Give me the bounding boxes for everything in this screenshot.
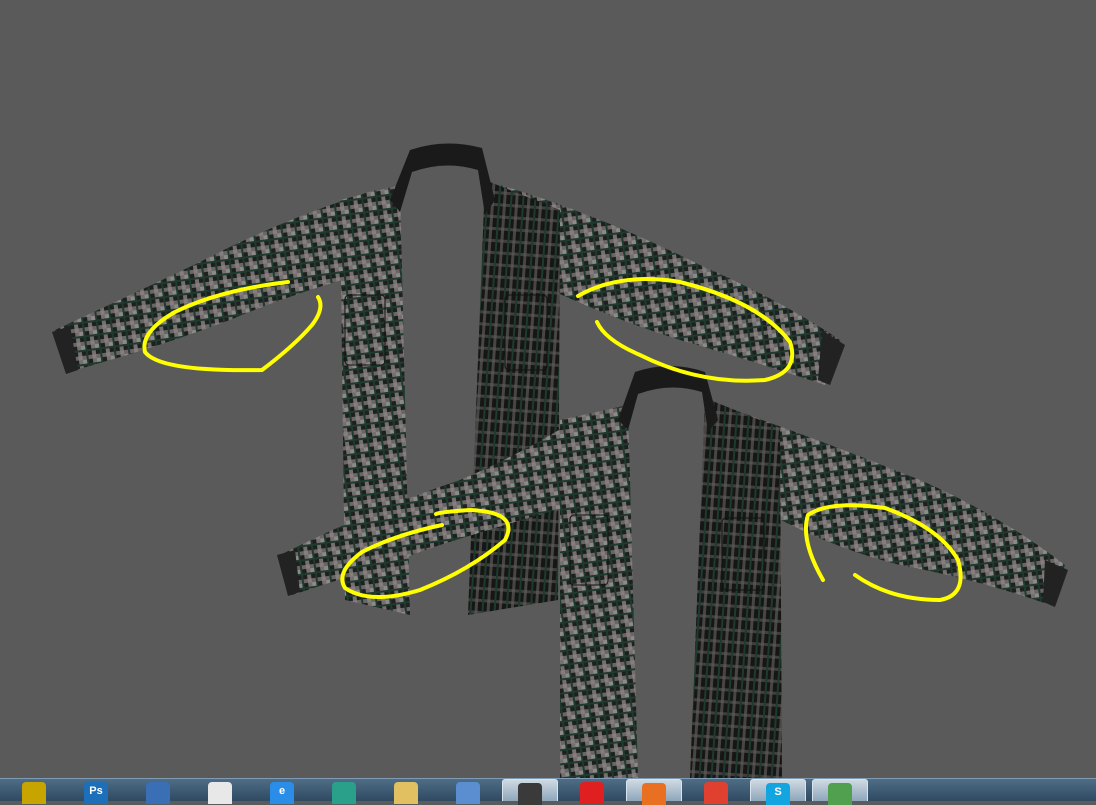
taskbar: Ps e S: [0, 778, 1096, 805]
skype-icon: S: [766, 783, 790, 805]
maya-icon: [22, 782, 46, 804]
taskbar-button-skype[interactable]: S: [750, 779, 806, 805]
taskbar-button-photoshop[interactable]: Ps: [68, 779, 124, 804]
firefox-icon: [642, 783, 666, 805]
chrome-icon: [704, 782, 728, 804]
taskbar-button-thunderbird[interactable]: [130, 779, 186, 804]
taskbar-button-firefox[interactable]: [626, 779, 682, 805]
3d-viewport[interactable]: [0, 0, 1096, 778]
taskbar-button-internet-explorer[interactable]: e: [254, 779, 310, 804]
document-icon: [456, 782, 480, 804]
runner-icon: [208, 782, 232, 804]
taskbar-button-3dsmax[interactable]: [316, 779, 372, 804]
folder-icon: [394, 782, 418, 804]
taskbar-button-messenger[interactable]: [812, 779, 868, 805]
red-splat-icon: [580, 782, 604, 804]
photoshop-icon: Ps: [84, 782, 108, 804]
taskbar-button-chrome[interactable]: [688, 779, 744, 804]
taskbar-button-3dsmax-active[interactable]: [502, 779, 558, 805]
taskbar-button-folder[interactable]: [378, 779, 434, 804]
messenger-icon: [828, 783, 852, 805]
render-view: [52, 143, 1068, 778]
3dsmax-active-icon: [518, 783, 542, 805]
internet-explorer-icon: e: [270, 782, 294, 804]
taskbar-button-maya[interactable]: [6, 779, 62, 804]
taskbar-button-runner[interactable]: [192, 779, 248, 804]
thunderbird-icon: [146, 782, 170, 804]
taskbar-button-document[interactable]: [440, 779, 496, 804]
taskbar-button-red-splat[interactable]: [564, 779, 620, 804]
3dsmax-icon: [332, 782, 356, 804]
